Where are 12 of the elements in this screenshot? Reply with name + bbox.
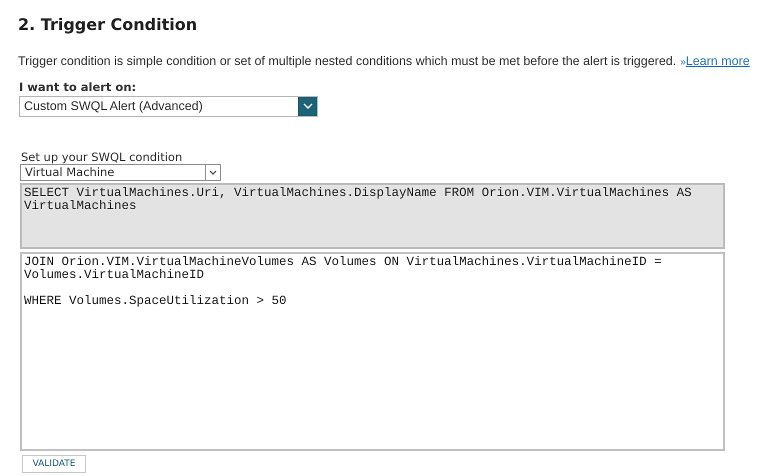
- description-text: Trigger condition is simple condition or set of multiple nested conditions which must be met before the alert is triggered.: [18, 54, 676, 68]
- alert-type-dropdown[interactable]: Custom SWQL Alert (Advanced): [19, 96, 318, 117]
- condition-textarea[interactable]: JOIN Orion.VIM.VirtualMachineVolumes AS Volumes ON VirtualMachines.VirtualMachineID = Volumes.VirtualMachineID WHERE Volumes.SpaceUtilization > 50: [20, 252, 725, 451]
- learn-more-prefix: »: [680, 56, 686, 70]
- field-label: Set up your SWQL condition: [21, 150, 182, 164]
- learn-more-link[interactable]: Learn more: [686, 54, 750, 68]
- select-query-box: SELECT VirtualMachines.Uri, VirtualMachines.DisplayName FROM Orion.VIM.VirtualMachines AS VirtualMachines: [20, 183, 725, 249]
- field-label: I want to alert on:: [19, 80, 136, 94]
- validate-button[interactable]: VALIDATE: [22, 455, 86, 473]
- object-type-dropdown[interactable]: Virtual Machine: [20, 164, 221, 181]
- section-title: 2. Trigger Condition: [18, 14, 198, 36]
- chevron-down-icon: [298, 97, 317, 116]
